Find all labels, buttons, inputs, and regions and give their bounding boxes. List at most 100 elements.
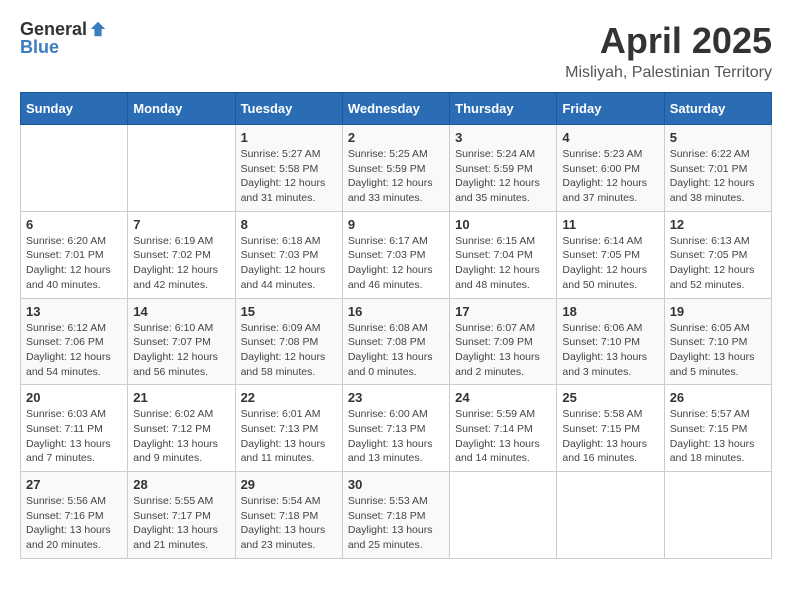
day-of-week-header: Friday bbox=[557, 93, 664, 125]
day-info: Sunrise: 6:20 AM Sunset: 7:01 PM Dayligh… bbox=[26, 234, 122, 293]
calendar-cell: 19 Sunrise: 6:05 AM Sunset: 7:10 PM Dayli… bbox=[664, 298, 771, 385]
calendar-cell: 2Sunrise: 5:25 AM Sunset: 5:59 PM Daylig… bbox=[342, 125, 449, 212]
day-info: Sunrise: 5:55 AM Sunset: 7:17 PM Dayligh… bbox=[133, 494, 229, 553]
day-info: Sunrise: 6:07 AM Sunset: 7:09 PM Dayligh… bbox=[455, 321, 551, 380]
day-info: Sunrise: 5:59 AM Sunset: 7:14 PM Dayligh… bbox=[455, 407, 551, 466]
day-number: 25 bbox=[562, 390, 658, 405]
day-info: Sunrise: 6:06 AM Sunset: 7:10 PM Dayligh… bbox=[562, 321, 658, 380]
day-info: Sunrise: 5:54 AM Sunset: 7:18 PM Dayligh… bbox=[241, 494, 337, 553]
day-number: 19 bbox=[670, 304, 766, 319]
calendar-cell: 10 Sunrise: 6:15 AM Sunset: 7:04 PM Dayli… bbox=[450, 211, 557, 298]
calendar-cell: 24 Sunrise: 5:59 AM Sunset: 7:14 PM Dayli… bbox=[450, 385, 557, 472]
day-number: 22 bbox=[241, 390, 337, 405]
calendar-title: April 2025 bbox=[565, 20, 772, 62]
day-info: Sunrise: 5:24 AM Sunset: 5:59 PM Dayligh… bbox=[455, 147, 551, 206]
day-info: Sunrise: 5:53 AM Sunset: 7:18 PM Dayligh… bbox=[348, 494, 444, 553]
calendar-week-row: 1 Sunrise: 5:27 AM Sunset: 5:58 PM Daylig… bbox=[21, 125, 772, 212]
calendar-cell bbox=[128, 125, 235, 212]
day-info: Sunrise: 6:09 AM Sunset: 7:08 PM Dayligh… bbox=[241, 321, 337, 380]
day-number: 15 bbox=[241, 304, 337, 319]
day-info: Sunrise: 5:56 AM Sunset: 7:16 PM Dayligh… bbox=[26, 494, 122, 553]
day-number: 10 bbox=[455, 217, 551, 232]
calendar-cell: 21 Sunrise: 6:02 AM Sunset: 7:12 PM Dayli… bbox=[128, 385, 235, 472]
calendar-cell: 9 Sunrise: 6:17 AM Sunset: 7:03 PM Daylig… bbox=[342, 211, 449, 298]
calendar-cell: 3 Sunrise: 5:24 AM Sunset: 5:59 PM Daylig… bbox=[450, 125, 557, 212]
day-number: 8 bbox=[241, 217, 337, 232]
day-number: 6 bbox=[26, 217, 122, 232]
day-number: 11 bbox=[562, 217, 658, 232]
calendar-week-row: 13 Sunrise: 6:12 AM Sunset: 7:06 PM Dayli… bbox=[21, 298, 772, 385]
calendar-cell: 22 Sunrise: 6:01 AM Sunset: 7:13 PM Dayli… bbox=[235, 385, 342, 472]
calendar-cell: 8 Sunrise: 6:18 AM Sunset: 7:03 PM Daylig… bbox=[235, 211, 342, 298]
day-number: 13 bbox=[26, 304, 122, 319]
calendar-cell bbox=[557, 472, 664, 559]
day-number: 26 bbox=[670, 390, 766, 405]
day-number: 18 bbox=[562, 304, 658, 319]
day-info: Sunrise: 6:02 AM Sunset: 7:12 PM Dayligh… bbox=[133, 407, 229, 466]
day-of-week-header: Saturday bbox=[664, 93, 771, 125]
logo: General Blue bbox=[20, 20, 107, 58]
calendar-week-row: 6 Sunrise: 6:20 AM Sunset: 7:01 PM Daylig… bbox=[21, 211, 772, 298]
calendar-cell bbox=[664, 472, 771, 559]
day-info: Sunrise: 6:17 AM Sunset: 7:03 PM Dayligh… bbox=[348, 234, 444, 293]
calendar-week-row: 27 Sunrise: 5:56 AM Sunset: 7:16 PM Dayli… bbox=[21, 472, 772, 559]
calendar-cell: 23Sunrise: 6:00 AM Sunset: 7:13 PM Dayli… bbox=[342, 385, 449, 472]
day-info: Sunrise: 6:03 AM Sunset: 7:11 PM Dayligh… bbox=[26, 407, 122, 466]
day-info: Sunrise: 5:27 AM Sunset: 5:58 PM Dayligh… bbox=[241, 147, 337, 206]
day-info: Sunrise: 6:18 AM Sunset: 7:03 PM Dayligh… bbox=[241, 234, 337, 293]
day-info: Sunrise: 6:05 AM Sunset: 7:10 PM Dayligh… bbox=[670, 321, 766, 380]
day-number: 12 bbox=[670, 217, 766, 232]
day-number: 28 bbox=[133, 477, 229, 492]
calendar-cell: 27 Sunrise: 5:56 AM Sunset: 7:16 PM Dayli… bbox=[21, 472, 128, 559]
calendar-cell: 1 Sunrise: 5:27 AM Sunset: 5:58 PM Daylig… bbox=[235, 125, 342, 212]
calendar-cell: 11 Sunrise: 6:14 AM Sunset: 7:05 PM Dayli… bbox=[557, 211, 664, 298]
calendar-cell: 18 Sunrise: 6:06 AM Sunset: 7:10 PM Dayli… bbox=[557, 298, 664, 385]
day-number: 2 bbox=[348, 130, 444, 145]
day-of-week-header: Thursday bbox=[450, 93, 557, 125]
calendar-cell: 12 Sunrise: 6:13 AM Sunset: 7:05 PM Dayli… bbox=[664, 211, 771, 298]
day-info: Sunrise: 5:57 AM Sunset: 7:15 PM Dayligh… bbox=[670, 407, 766, 466]
day-number: 5 bbox=[670, 130, 766, 145]
calendar-cell bbox=[21, 125, 128, 212]
logo-blue: Blue bbox=[20, 37, 59, 57]
day-info: Sunrise: 6:15 AM Sunset: 7:04 PM Dayligh… bbox=[455, 234, 551, 293]
day-number: 29 bbox=[241, 477, 337, 492]
day-number: 21 bbox=[133, 390, 229, 405]
calendar-body: 1 Sunrise: 5:27 AM Sunset: 5:58 PM Daylig… bbox=[21, 125, 772, 559]
day-of-week-header: Monday bbox=[128, 93, 235, 125]
day-info: Sunrise: 6:13 AM Sunset: 7:05 PM Dayligh… bbox=[670, 234, 766, 293]
day-number: 24 bbox=[455, 390, 551, 405]
day-number: 14 bbox=[133, 304, 229, 319]
calendar-week-row: 20 Sunrise: 6:03 AM Sunset: 7:11 PM Dayli… bbox=[21, 385, 772, 472]
day-of-week-header: Wednesday bbox=[342, 93, 449, 125]
day-info: Sunrise: 6:01 AM Sunset: 7:13 PM Dayligh… bbox=[241, 407, 337, 466]
calendar-cell: 17 Sunrise: 6:07 AM Sunset: 7:09 PM Dayli… bbox=[450, 298, 557, 385]
day-info: Sunrise: 6:10 AM Sunset: 7:07 PM Dayligh… bbox=[133, 321, 229, 380]
day-number: 27 bbox=[26, 477, 122, 492]
title-section: April 2025 Misliyah, Palestinian Territo… bbox=[565, 20, 772, 82]
calendar-cell: 14 Sunrise: 6:10 AM Sunset: 7:07 PM Dayli… bbox=[128, 298, 235, 385]
page-header: General Blue April 2025 Misliyah, Palest… bbox=[20, 20, 772, 82]
day-number: 30 bbox=[348, 477, 444, 492]
calendar-cell: 6 Sunrise: 6:20 AM Sunset: 7:01 PM Daylig… bbox=[21, 211, 128, 298]
day-number: 20 bbox=[26, 390, 122, 405]
day-number: 3 bbox=[455, 130, 551, 145]
day-number: 16 bbox=[348, 304, 444, 319]
calendar-cell: 13 Sunrise: 6:12 AM Sunset: 7:06 PM Dayli… bbox=[21, 298, 128, 385]
calendar-cell: 7Sunrise: 6:19 AM Sunset: 7:02 PM Daylig… bbox=[128, 211, 235, 298]
calendar-cell: 26 Sunrise: 5:57 AM Sunset: 7:15 PM Dayli… bbox=[664, 385, 771, 472]
day-number: 9 bbox=[348, 217, 444, 232]
calendar-cell: 5Sunrise: 6:22 AM Sunset: 7:01 PM Daylig… bbox=[664, 125, 771, 212]
calendar-cell: 30 Sunrise: 5:53 AM Sunset: 7:18 PM Dayli… bbox=[342, 472, 449, 559]
day-number: 23 bbox=[348, 390, 444, 405]
day-number: 1 bbox=[241, 130, 337, 145]
day-info: Sunrise: 6:12 AM Sunset: 7:06 PM Dayligh… bbox=[26, 321, 122, 380]
calendar-cell: 29 Sunrise: 5:54 AM Sunset: 7:18 PM Dayli… bbox=[235, 472, 342, 559]
day-info: Sunrise: 6:08 AM Sunset: 7:08 PM Dayligh… bbox=[348, 321, 444, 380]
day-info: Sunrise: 6:14 AM Sunset: 7:05 PM Dayligh… bbox=[562, 234, 658, 293]
day-number: 17 bbox=[455, 304, 551, 319]
calendar-cell: 25Sunrise: 5:58 AM Sunset: 7:15 PM Dayli… bbox=[557, 385, 664, 472]
calendar-subtitle: Misliyah, Palestinian Territory bbox=[565, 64, 772, 82]
day-of-week-header: Tuesday bbox=[235, 93, 342, 125]
calendar-cell: 28 Sunrise: 5:55 AM Sunset: 7:17 PM Dayli… bbox=[128, 472, 235, 559]
